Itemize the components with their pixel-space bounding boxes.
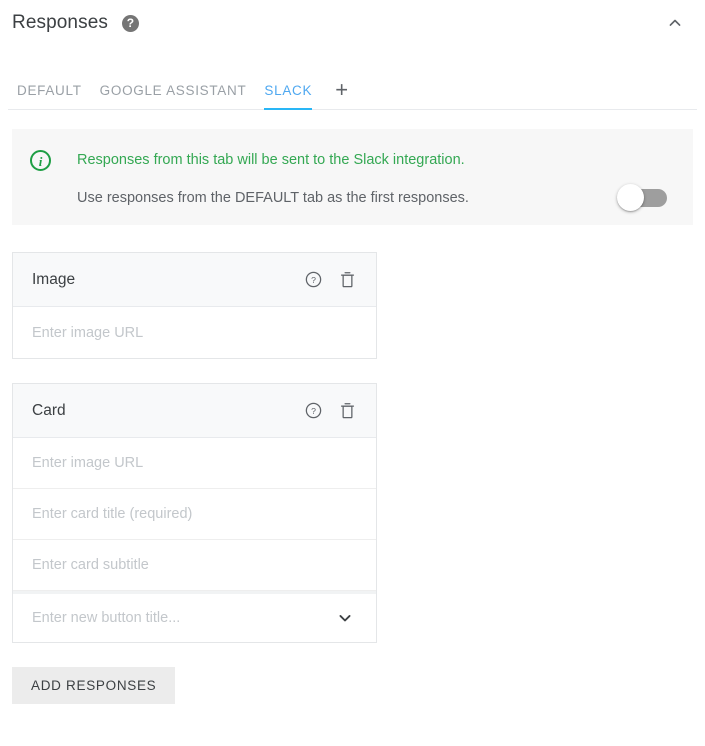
image-url-input[interactable] bbox=[32, 325, 357, 341]
banner-message-row: i Responses from this tab will be sent t… bbox=[30, 143, 675, 177]
svg-text:?: ? bbox=[311, 406, 316, 416]
chevron-up-icon bbox=[665, 13, 685, 33]
help-outline-icon: ? bbox=[304, 270, 323, 289]
svg-text:?: ? bbox=[311, 275, 316, 285]
response-card-card: Card ? bbox=[12, 383, 377, 643]
use-default-responses-label: Use responses from the DEFAULT tab as th… bbox=[77, 190, 617, 206]
response-card-title: Image bbox=[32, 271, 292, 289]
collapse-section-button[interactable] bbox=[661, 9, 689, 37]
page-title: Responses bbox=[12, 12, 108, 34]
use-default-responses-toggle[interactable] bbox=[617, 187, 669, 209]
card-image-url-input[interactable] bbox=[32, 455, 357, 471]
help-outline-icon: ? bbox=[304, 401, 323, 420]
responses-help-icon[interactable]: ? bbox=[122, 15, 139, 32]
card-button-title-input[interactable] bbox=[32, 610, 333, 626]
response-card-header: Image ? bbox=[13, 253, 376, 307]
chevron-down-icon bbox=[335, 608, 355, 628]
trash-icon bbox=[338, 270, 357, 289]
toggle-knob bbox=[617, 184, 644, 211]
response-card-title: Card bbox=[32, 402, 292, 420]
trash-icon bbox=[338, 401, 357, 420]
banner-message: Responses from this tab will be sent to … bbox=[77, 152, 465, 168]
add-tab-button[interactable]: + bbox=[321, 79, 358, 109]
tab-google-assistant[interactable]: GOOGLE ASSISTANT bbox=[91, 83, 256, 109]
info-circle-icon: i bbox=[30, 150, 51, 171]
card-title-row[interactable] bbox=[13, 489, 376, 540]
card-help-button[interactable]: ? bbox=[300, 398, 326, 424]
card-delete-button[interactable] bbox=[334, 398, 360, 424]
tab-default[interactable]: DEFAULT bbox=[8, 83, 91, 109]
card-image-url-row[interactable] bbox=[13, 438, 376, 489]
banner-toggle-row: Use responses from the DEFAULT tab as th… bbox=[30, 187, 675, 209]
image-url-row[interactable] bbox=[13, 307, 376, 358]
slack-info-banner: i Responses from this tab will be sent t… bbox=[12, 129, 693, 225]
tab-slack[interactable]: SLACK bbox=[255, 83, 321, 109]
card-button-title-row[interactable] bbox=[13, 591, 376, 642]
response-card-image: Image ? bbox=[12, 252, 377, 359]
card-title-input[interactable] bbox=[32, 506, 357, 522]
image-delete-button[interactable] bbox=[334, 267, 360, 293]
response-card-header: Card ? bbox=[13, 384, 376, 438]
response-tabs: DEFAULT GOOGLE ASSISTANT SLACK + bbox=[8, 64, 697, 110]
add-responses-button[interactable]: ADD RESPONSES bbox=[12, 667, 175, 704]
card-subtitle-row[interactable] bbox=[13, 540, 376, 591]
responses-header: Responses ? bbox=[0, 0, 705, 46]
image-help-button[interactable]: ? bbox=[300, 267, 326, 293]
responses-list: Image ? bbox=[12, 252, 693, 643]
responses-panel: Responses ? DEFAULT GOOGLE ASSISTANT SLA… bbox=[0, 0, 705, 746]
card-button-expand-button[interactable] bbox=[333, 606, 357, 630]
card-subtitle-input[interactable] bbox=[32, 557, 357, 573]
